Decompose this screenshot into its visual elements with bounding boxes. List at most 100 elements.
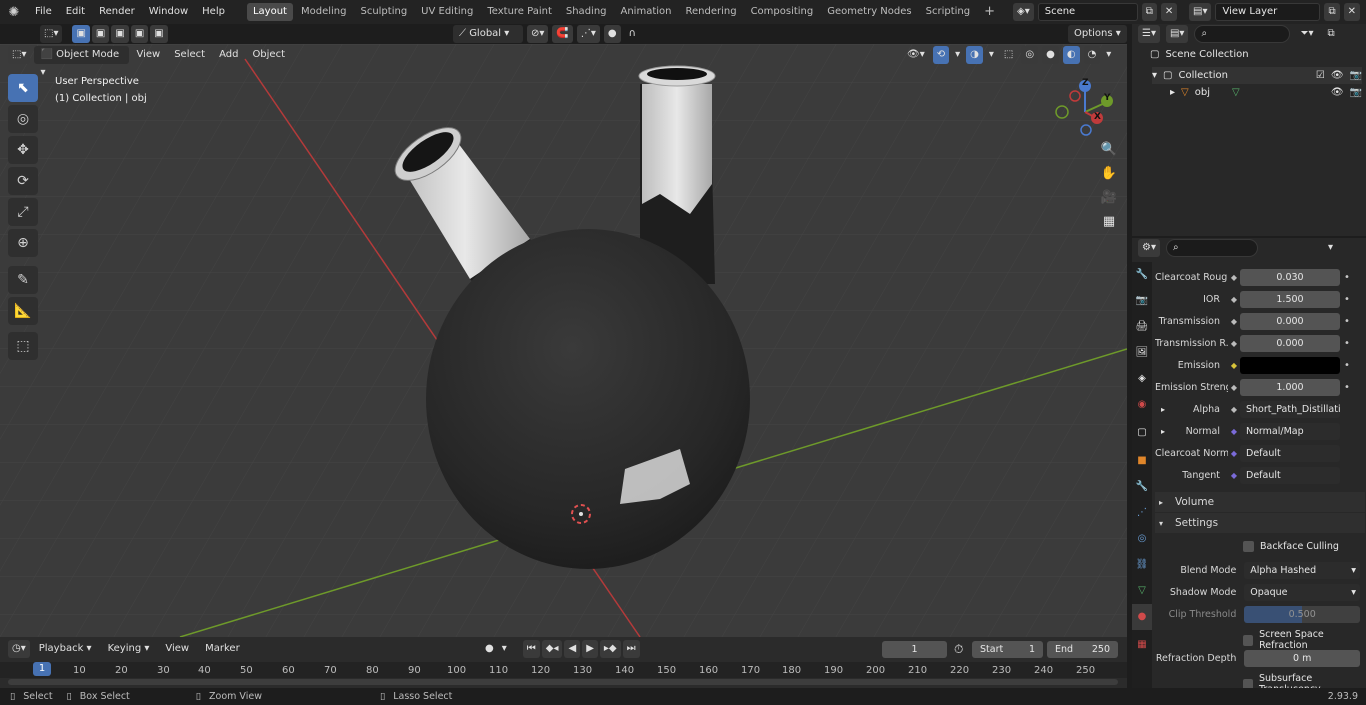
viewport-menu-select[interactable]: Select [167,43,212,67]
current-frame-field[interactable]: 1 [882,641,947,658]
cursor-tool-icon[interactable]: ◎ [8,105,38,133]
gizmo-dropdown-icon[interactable]: ▾ [953,46,962,64]
transform-tool-icon[interactable]: ⊕ [8,229,38,257]
menu-help[interactable]: Help [195,0,232,24]
data-tab-icon[interactable]: ▽ [1132,578,1152,604]
outliner-row-scene-collection[interactable]: ▢ Scene Collection [1150,49,1249,60]
add-workspace-icon[interactable]: + [978,3,1001,21]
select-intersect-icon[interactable]: ▣ [150,25,168,43]
select-extend-icon[interactable]: ▣ [91,25,110,43]
timeline-menu-marker[interactable]: Marker [198,640,247,658]
view-layer-copy-icon[interactable]: ⧉ [1324,3,1340,21]
gizmo-toggle-icon[interactable]: ⟲ [932,46,950,64]
pivot-icon[interactable]: ⊘▾ [527,25,549,43]
tab-compositing[interactable]: Compositing [745,3,820,21]
play-reverse-icon[interactable]: ◀ [564,640,581,658]
xray-icon[interactable]: ⬚ [1000,46,1017,64]
menu-render[interactable]: Render [92,0,142,24]
tab-uv-editing[interactable]: UV Editing [415,3,479,21]
menu-file[interactable]: File [28,0,59,24]
tab-texture-paint[interactable]: Texture Paint [481,3,558,21]
collection-render-icon[interactable]: 📷 [1350,70,1362,81]
perspective-grid-icon[interactable]: ▦ [1098,214,1120,238]
rotate-tool-icon[interactable]: ⟳ [8,167,38,195]
proportional-falloff-icon[interactable]: ∩ [625,25,640,43]
blender-logo-icon[interactable]: ✺ [0,5,28,20]
modifier-tab-icon[interactable]: 🔧 [1132,474,1152,500]
outliner-search-input[interactable]: ⌕ [1194,25,1291,43]
viewport-menu-add[interactable]: Add [212,43,245,67]
properties-editor-icon[interactable]: ⚙▾ [1138,239,1160,257]
texture-tab-icon[interactable]: ▦ [1132,630,1152,660]
keyframe-dot-icon[interactable]: • [1340,316,1354,327]
scale-tool-icon[interactable]: ⤢ [8,198,38,226]
select-invert-icon[interactable]: ▣ [130,25,149,43]
settings-section-header[interactable]: ▾ Settings [1155,513,1365,533]
collection-tab-icon[interactable]: ▢ [1132,418,1152,448]
3d-viewport[interactable] [0,44,1127,637]
output-tab-icon[interactable]: 🖨 [1132,314,1152,340]
tab-modeling[interactable]: Modeling [295,3,353,21]
keyframe-dot-icon[interactable]: • [1340,294,1354,305]
menu-edit[interactable]: Edit [59,0,92,24]
frame-start-field[interactable]: Start 1 [972,641,1043,658]
scene-tab-icon[interactable]: ◈ [1132,366,1152,392]
emission-color-swatch[interactable] [1240,356,1340,374]
material-shading-icon[interactable]: ◐ [1062,46,1080,64]
select-box-tool-icon[interactable]: ⬉ [8,74,38,102]
tab-layout[interactable]: Layout [246,3,293,21]
move-tool-icon[interactable]: ✥ [8,136,38,164]
tab-geometry-nodes[interactable]: Geometry Nodes [821,3,917,21]
next-keyframe-icon[interactable]: ▸◆ [599,640,621,658]
select-tool-icon[interactable]: ⬚▾ [40,25,63,43]
alpha-expand-icon[interactable]: ▸ [1161,405,1165,414]
object-tab-icon[interactable]: ■ [1132,448,1152,474]
backface-culling-checkbox[interactable]: Backface Culling [1243,541,1339,552]
solid-shading-icon[interactable]: ● [1042,46,1059,64]
tab-shading[interactable]: Shading [560,3,613,21]
outliner-new-collection-icon[interactable]: ⧉ [1323,25,1338,43]
volume-section-header[interactable]: ▸ Volume [1155,492,1365,512]
normal-expand-icon[interactable]: ▸ [1161,427,1165,436]
scene-copy-icon[interactable]: ⧉ [1141,3,1157,21]
object-expand-icon[interactable]: ▸ [1170,87,1175,98]
blend-mode-dropdown[interactable]: Alpha Hashed ▾ [1244,561,1360,579]
jump-start-icon[interactable]: ⏮ [522,640,540,658]
overlay-toggle-icon[interactable]: ◑ [966,46,983,64]
outliner-row-collection[interactable]: ▾ ▢ Collection ☑ 👁 📷 [1152,67,1362,84]
rendered-shading-icon[interactable]: ◔ [1083,46,1101,64]
scene-type-icon[interactable]: ◈▾ [1013,3,1034,21]
alpha-link-field[interactable]: Short_Path_Distillati... [1240,400,1340,418]
collection-visibility-icon[interactable]: 👁 [1331,70,1344,81]
overlay-dropdown-icon[interactable]: ▾ [987,46,996,64]
timeline-menu-keying[interactable]: Keying ▾ [101,640,157,658]
outliner-display-icon[interactable]: ▤▾ [1165,25,1189,43]
screen-space-refraction-checkbox[interactable]: Screen Space Refraction [1243,629,1366,651]
view-layer-tab-icon[interactable]: 🖼 [1132,340,1152,366]
viewport-menu-object[interactable]: Object [245,43,292,67]
snap-target-icon[interactable]: ⋰▾ [576,25,600,43]
keyframe-dot-icon[interactable]: • [1340,272,1354,283]
clip-threshold-slider[interactable]: 0.500 [1244,605,1360,623]
editor-type-icon[interactable]: ⬚▾ [8,46,31,64]
tool-tab-icon[interactable]: 🔧 [1132,262,1152,288]
timeline-menu-view[interactable]: View [158,640,196,658]
options-dropdown[interactable]: Options ▾ [1068,25,1127,43]
keyframe-dot-icon[interactable]: • [1340,382,1354,393]
camera-icon[interactable]: 🎥 [1098,190,1120,214]
clearcoat-normal-field[interactable]: Default [1240,444,1340,462]
ior-field[interactable]: 1.500 [1240,290,1340,308]
emission-strength-field[interactable]: 1.000 [1240,378,1340,396]
object-mode-dropdown[interactable]: ⬛ Object Mode ▾ [34,46,130,78]
select-box-icon[interactable]: ▣ [72,25,90,43]
constraints-tab-icon[interactable]: ⛓ [1132,552,1152,578]
outliner-row-object[interactable]: ▸ ▽ obj ▽ 👁 📷 [1170,84,1362,101]
tangent-field[interactable]: Default [1240,466,1340,484]
timeline-menu-playback[interactable]: Playback ▾ [32,640,99,658]
viewport-menu-view[interactable]: View [129,43,167,67]
normal-link-field[interactable]: Normal/Map [1240,422,1340,440]
snap-icon[interactable]: 🧲 [552,25,573,43]
tab-animation[interactable]: Animation [615,3,678,21]
shading-dropdown-icon[interactable]: ▾ [1104,46,1113,64]
select-subtract-icon[interactable]: ▣ [111,25,129,43]
